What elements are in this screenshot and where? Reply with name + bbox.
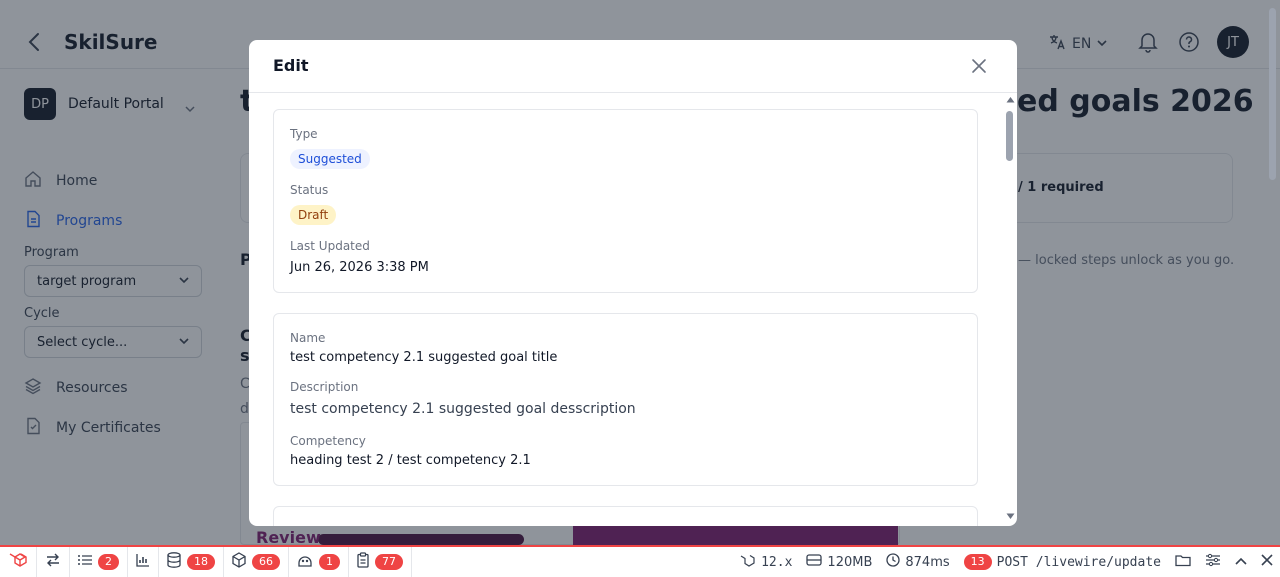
close-icon[interactable] (971, 58, 987, 74)
modal-body: Type Suggested Status Draft Last Updated… (249, 93, 1017, 526)
description-value: test competency 2.1 suggested goal dessc… (290, 401, 636, 417)
goal-info-panel: Type Suggested Status Draft Last Updated… (273, 109, 978, 293)
livewire-icon (297, 553, 313, 571)
modal-scrollbar-thumb[interactable] (1006, 111, 1013, 161)
queries-count-badge: 18 (187, 554, 215, 570)
debugbar-right: 12.x 120MB 874ms 13 POST /livewire/updat… (733, 547, 1280, 577)
folder-icon (1175, 553, 1191, 571)
debugbar-time: 874ms (879, 553, 956, 571)
page-scrollbar-thumb[interactable] (1269, 8, 1276, 180)
name-value: test competency 2.1 suggested goal title (290, 350, 558, 365)
time-value: 874ms (905, 554, 950, 570)
debugbar-open[interactable] (1168, 553, 1198, 571)
request-count-badge: 13 (963, 554, 992, 570)
debugbar-timeline[interactable] (128, 547, 159, 577)
scroll-up-arrow-icon[interactable] (1006, 96, 1015, 103)
debugbar-request[interactable]: 13 POST /livewire/update (957, 554, 1168, 570)
debugbar-maximize[interactable] (1228, 555, 1254, 570)
clock-icon (886, 553, 901, 571)
swap-arrows-icon (45, 553, 61, 571)
type-badge: Suggested (290, 149, 370, 169)
debugbar-messages[interactable]: 2 (70, 547, 128, 577)
timeline-icon (136, 553, 150, 571)
competency-label: Competency (290, 434, 366, 448)
request-value: POST /livewire/update (996, 554, 1161, 570)
close-icon (1261, 554, 1273, 570)
goal-detail-panel: Name test competency 2.1 suggested goal … (273, 313, 978, 486)
debugbar-memory: 120MB (799, 553, 879, 571)
page-scrollbar[interactable] (1265, 0, 1280, 545)
memory-value: 120MB (827, 554, 873, 570)
database-icon (167, 552, 181, 572)
models-count-badge: 66 (252, 554, 280, 570)
last-updated-value: Jun 26, 2026 3:38 PM (290, 260, 429, 275)
sliders-icon (1205, 553, 1221, 571)
debugbar-views[interactable]: 1 (289, 547, 349, 577)
scroll-down-arrow-icon[interactable] (1006, 513, 1015, 520)
status-label: Status (290, 183, 329, 197)
name-label: Name (290, 331, 326, 345)
status-badge: Draft (290, 205, 337, 225)
memory-icon (806, 553, 823, 571)
debugbar-logo[interactable] (0, 547, 37, 577)
clipboard-icon (357, 552, 369, 572)
laravel-version-icon (740, 553, 756, 571)
competency-value: heading test 2 / test competency 2.1 (290, 453, 531, 468)
cube-icon (232, 552, 246, 572)
modal-scrollbar[interactable] (1004, 93, 1017, 526)
next-section-panel (273, 506, 978, 526)
edit-modal: Edit Type Suggested Status Draft Last Up… (249, 40, 1017, 526)
list-icon (78, 554, 92, 570)
views-count-badge: 1 (319, 554, 340, 570)
debugbar-close[interactable] (1254, 554, 1280, 570)
debugbar-version: 12.x (733, 553, 799, 571)
logs-count-badge: 77 (375, 554, 403, 570)
debugbar-toggle[interactable] (37, 547, 70, 577)
modal-title: Edit (273, 56, 309, 75)
messages-count-badge: 2 (98, 554, 119, 570)
debugbar-logs[interactable]: 77 (349, 547, 412, 577)
debugbar-models[interactable]: 66 (224, 547, 289, 577)
laravel-logo-icon (8, 550, 28, 574)
description-label: Description (290, 380, 359, 394)
debugbar-queries[interactable]: 18 (159, 547, 224, 577)
last-updated-label: Last Updated (290, 239, 370, 253)
type-label: Type (290, 127, 318, 141)
debugbar-settings[interactable] (1198, 553, 1228, 571)
chevron-up-icon (1235, 555, 1247, 570)
debug-bar: 2 18 66 1 77 12.x 120MB 874ms 13 POST /l… (0, 545, 1280, 577)
version-value: 12.x (761, 554, 793, 570)
modal-header: Edit (249, 40, 1017, 93)
